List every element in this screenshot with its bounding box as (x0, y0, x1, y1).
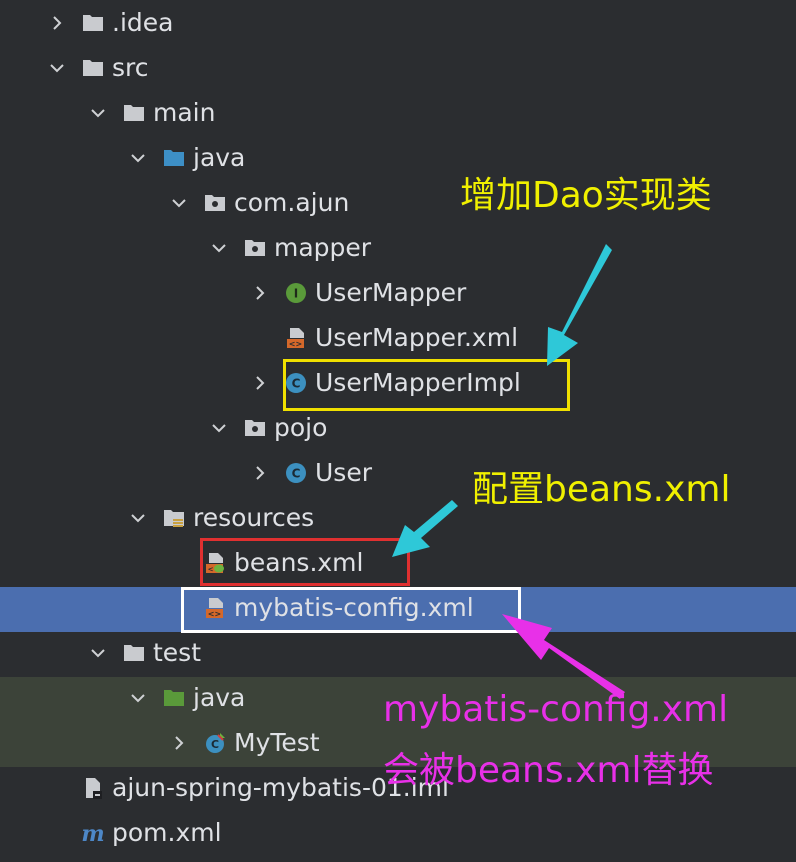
tree-label: .idea (112, 8, 174, 37)
tree-label: com.ajun (234, 188, 350, 217)
test-class-icon: C (204, 732, 226, 754)
tree-node-pojo[interactable]: pojo (208, 405, 327, 450)
tree-node-idea[interactable]: .idea (46, 0, 173, 45)
tree-node-user[interactable]: C User (249, 450, 372, 495)
maven-icon: m (82, 822, 104, 844)
tree-label: resources (193, 503, 315, 532)
iml-file-icon (82, 777, 104, 799)
tree-label: main (153, 98, 216, 127)
chevron-right-icon[interactable] (46, 0, 68, 45)
tree-node-main-java[interactable]: java (127, 135, 245, 180)
tree-node-mapper[interactable]: mapper (208, 225, 371, 270)
tree-label: test (153, 638, 202, 667)
svg-text:m: m (82, 822, 104, 844)
tree-node-user-mapper[interactable]: I UserMapper (249, 270, 466, 315)
chevron-right-icon[interactable] (168, 720, 190, 765)
chevron-down-icon[interactable] (127, 675, 149, 720)
tree-label: src (112, 53, 149, 82)
test-folder-icon (163, 687, 185, 709)
chevron-right-icon[interactable] (249, 270, 271, 315)
tree-label: MyTest (234, 728, 320, 757)
folder-icon (82, 12, 104, 34)
tree-label: User (315, 458, 372, 487)
tree-node-my-test[interactable]: C MyTest (168, 720, 320, 765)
folder-icon (123, 642, 145, 664)
source-folder-icon (163, 147, 185, 169)
highlight-box-mybatis (181, 587, 521, 633)
tree-label: pojo (274, 413, 328, 442)
tree-node-test-java[interactable]: java (127, 675, 245, 720)
tree-label: mapper (274, 233, 372, 262)
tree-label: UserMapper (315, 278, 467, 307)
svg-text:C: C (211, 738, 219, 751)
resources-folder-icon (163, 507, 185, 529)
class-icon: C (285, 462, 307, 484)
chevron-right-icon[interactable] (249, 450, 271, 495)
annotation-add-dao: 增加Dao实现类 (460, 175, 712, 216)
tree-label: java (193, 683, 246, 712)
chevron-down-icon[interactable] (87, 90, 109, 135)
chevron-down-icon[interactable] (168, 180, 190, 225)
chevron-down-icon[interactable] (46, 45, 68, 90)
package-icon (244, 417, 266, 439)
chevron-down-icon[interactable] (208, 405, 230, 450)
tree-node-src[interactable]: src (46, 45, 149, 90)
tree-label: pom.xml (112, 818, 222, 847)
chevron-down-icon[interactable] (87, 630, 109, 675)
annotation-replaced-line2: 会被beans.xml替换 (383, 750, 714, 791)
tree-node-package[interactable]: com.ajun (168, 180, 349, 225)
package-icon (244, 237, 266, 259)
svg-text:C: C (292, 466, 301, 480)
svg-text:I: I (294, 286, 298, 300)
arrow-to-impl (547, 244, 612, 366)
tree-label: UserMapper.xml (315, 323, 519, 352)
svg-text:<>: <> (289, 339, 302, 348)
chevron-down-icon[interactable] (127, 495, 149, 540)
folder-icon (123, 102, 145, 124)
highlight-box-beans (200, 538, 410, 586)
tree-node-pom[interactable]: m pom.xml (46, 810, 222, 855)
chevron-down-icon[interactable] (127, 135, 149, 180)
highlight-box-impl (283, 359, 570, 411)
annotation-config-beans: 配置beans.xml (472, 469, 731, 510)
package-icon (204, 192, 226, 214)
tree-label: java (193, 143, 246, 172)
tree-node-resources[interactable]: resources (127, 495, 314, 540)
chevron-down-icon[interactable] (208, 225, 230, 270)
xml-file-icon: <> (285, 327, 307, 349)
tree-node-main[interactable]: main (87, 90, 215, 135)
folder-icon (82, 57, 104, 79)
tree-node-user-mapper-xml[interactable]: <> UserMapper.xml (249, 315, 518, 360)
chevron-right-icon[interactable] (249, 360, 271, 405)
interface-icon: I (285, 282, 307, 304)
annotation-replaced-line1: mybatis-config.xml (383, 689, 729, 730)
tree-node-test[interactable]: test (87, 630, 201, 675)
